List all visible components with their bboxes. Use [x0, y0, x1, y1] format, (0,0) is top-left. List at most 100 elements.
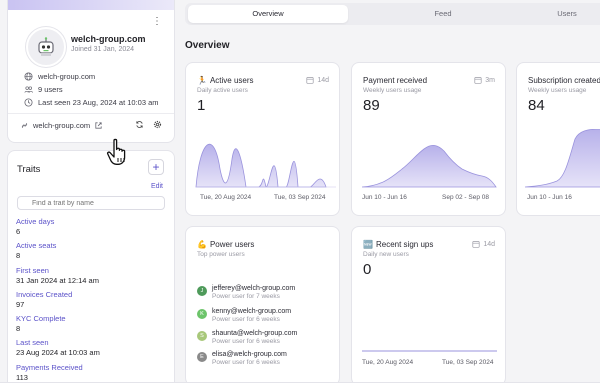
domain-row: welch-group.com: [24, 70, 159, 83]
card-range: 14d: [472, 240, 495, 248]
card-subtitle: Weekly users usage: [363, 87, 422, 94]
card-range: 3m: [474, 76, 495, 84]
card-metric: 0: [363, 261, 372, 278]
joined-date: Joined 31 Jan, 2024: [71, 46, 135, 53]
card-range: 14d: [306, 76, 329, 84]
user-meta: Power user for 6 weeks: [212, 359, 280, 366]
website-link[interactable]: welch-group.com: [20, 121, 103, 130]
trait-label: Active seats: [16, 241, 57, 251]
traits-card: Traits + Edit Active days6 Active seats8…: [7, 150, 175, 385]
trait-label: Last seen: [16, 338, 49, 348]
x-axis-end-label: Tue, 03 Sep 2024: [442, 359, 494, 366]
user-email: shaunta@welch-group.com: [212, 330, 298, 337]
add-trait-button[interactable]: +: [148, 159, 164, 175]
user-avatar: S: [197, 331, 207, 341]
trait-item[interactable]: First seen 31 Jan 2024 at 12:14 am: [16, 266, 100, 290]
power-user-row[interactable]: E elisa@welch-group.com Power user for 6 …: [197, 351, 287, 367]
trait-item[interactable]: Invoices Created 97: [16, 290, 100, 314]
card-title: Subscription created: [528, 76, 600, 85]
x-axis-start-label: Jun 10 - Jun 16: [362, 194, 407, 201]
users-count: 9 users: [38, 85, 63, 94]
last-seen-row: Last seen 23 Aug, 2024 at 10:03 am: [24, 96, 159, 109]
user-avatar: J: [197, 286, 207, 296]
recent-signups-chart: [362, 350, 497, 352]
card-metric: 89: [363, 97, 380, 114]
profile-actions: [135, 120, 162, 129]
users-icon: [24, 86, 33, 93]
trait-label: First seen: [16, 265, 49, 275]
traits-title: Traits: [17, 164, 41, 175]
card-title: Payment received: [363, 76, 428, 85]
active-users-chart: [195, 143, 336, 188]
robot-avatar-icon: [38, 37, 54, 56]
payment-received-card[interactable]: Payment received 3m Weekly users usage 8…: [351, 62, 506, 216]
x-axis-end-label: Sep 02 - Sep 08: [442, 194, 489, 201]
view-tabs: Overview Feed Users: [185, 3, 600, 25]
hand-pointer-cursor-icon: [106, 138, 126, 165]
x-axis-start-label: Tue, 20 Aug 2024: [362, 359, 414, 366]
power-user-row[interactable]: S shaunta@welch-group.com Power user for …: [197, 330, 297, 346]
globe-icon: [24, 72, 33, 81]
profile-divider: [8, 113, 174, 114]
trait-item[interactable]: Last seen 23 Aug 2024 at 10:03 am: [16, 338, 100, 362]
trait-item[interactable]: Active days 6: [16, 217, 100, 241]
card-metric: 1: [197, 97, 206, 114]
x-axis-start-label: Jun 10 - Jun 16: [527, 194, 572, 201]
user-email: kenny@welch-group.com: [212, 308, 292, 315]
clock-icon: [24, 98, 33, 107]
trait-value: 8: [16, 251, 21, 261]
trait-label: Invoices Created: [16, 289, 73, 299]
trait-item[interactable]: KYC Complete 8: [16, 314, 100, 338]
user-avatar: E: [197, 352, 207, 362]
card-subtitle: Daily active users: [197, 87, 248, 94]
trait-value: 31 Jan 2024 at 12:14 am: [16, 275, 99, 285]
user-meta: Power user for 7 weeks: [212, 293, 280, 300]
user-meta: Power user for 6 weeks: [212, 316, 280, 323]
power-user-row[interactable]: K kenny@welch-group.com Power user for 6 …: [197, 308, 291, 324]
page-title: Overview: [185, 40, 230, 51]
payment-received-chart: [361, 145, 497, 188]
users-row: 9 users: [24, 83, 159, 96]
trait-item[interactable]: Active seats 8: [16, 241, 100, 265]
user-avatar: K: [197, 309, 207, 319]
website-text: welch-group.com: [33, 121, 91, 130]
trait-list: Active days 6 Active seats 8 First seen 31 …: [16, 217, 100, 385]
flexed-biceps-emoji-icon: 💪: [197, 240, 207, 249]
refresh-icon[interactable]: [135, 120, 144, 129]
tab-feed[interactable]: Feed: [353, 5, 533, 23]
calendar-icon: [472, 241, 480, 248]
trait-value: 8: [16, 324, 21, 334]
link-icon: [21, 122, 28, 129]
power-users-card[interactable]: 💪 Power users Top power users J jefferey@…: [185, 226, 340, 385]
company-name: welch-group.com: [71, 34, 146, 44]
trait-search-input[interactable]: [17, 196, 165, 210]
trait-label: KYC Complete: [16, 314, 66, 324]
card-title: 🏃 Active users: [197, 76, 254, 85]
trait-label: Payments Received: [16, 362, 83, 372]
calendar-icon: [474, 77, 482, 84]
last-seen-text: Last seen 23 Aug, 2024 at 10:03 am: [38, 98, 159, 107]
active-users-card[interactable]: 🏃 Active users 14d Daily active users 1 T…: [185, 62, 340, 216]
user-email: jefferey@welch-group.com: [212, 285, 296, 292]
tab-overview[interactable]: Overview: [188, 5, 348, 23]
user-email: elisa@welch-group.com: [212, 351, 287, 358]
x-axis-end-label: Tue, 03 Sep 2024: [274, 194, 326, 201]
subscription-created-card[interactable]: Subscription created Weekly users usage …: [516, 62, 600, 216]
edit-traits-link[interactable]: Edit: [151, 183, 163, 190]
more-options-icon[interactable]: ⋮: [152, 17, 162, 27]
avatar: [26, 27, 66, 67]
power-user-row[interactable]: J jefferey@welch-group.com Power user for…: [197, 285, 295, 301]
x-axis-start-label: Tue, 20 Aug 2024: [200, 194, 252, 201]
card-subtitle: Weekly users usage: [528, 87, 587, 94]
tab-users[interactable]: Users: [537, 5, 597, 23]
domain-text: welch-group.com: [38, 72, 96, 81]
recent-signups-card[interactable]: 🆕 Recent sign ups 14d Daily new users 0 T…: [351, 226, 506, 385]
external-link-icon: [95, 122, 102, 129]
trait-value: 6: [16, 227, 21, 236]
running-emoji-icon: 🏃: [197, 76, 207, 85]
trait-value: 23 Aug 2024 at 10:03 am: [16, 348, 100, 358]
card-metric: 84: [528, 97, 545, 114]
settings-gear-icon[interactable]: [153, 120, 162, 129]
card-subtitle: Daily new users: [363, 251, 409, 258]
subscription-created-chart: [524, 129, 600, 188]
